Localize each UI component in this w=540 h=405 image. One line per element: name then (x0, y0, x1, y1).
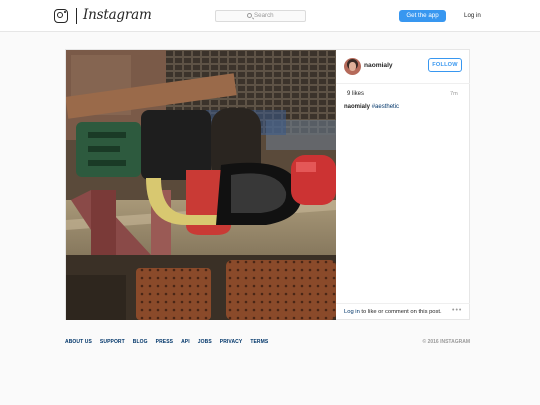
footer-link-jobs[interactable]: JOBS (198, 339, 212, 345)
footer-link-press[interactable]: PRESS (156, 339, 173, 345)
likes-count[interactable]: 9 likes (347, 91, 364, 97)
footer-link-about-us[interactable]: ABOUT US (65, 339, 92, 345)
post-sidebar: naomialy FOLLOW 9 likes 7m naomialy #aes… (336, 50, 470, 320)
footer-link-api[interactable]: API (181, 339, 190, 345)
instagram-wordmark[interactable]: Instagram (83, 7, 152, 23)
top-navigation-bar: Instagram Search Get the app Log in (0, 0, 540, 32)
login-link[interactable]: Log in (464, 12, 481, 19)
follow-button[interactable]: FOLLOW (428, 58, 462, 72)
caption-hashtag[interactable]: #aesthetic (372, 104, 399, 110)
logo-divider (76, 8, 77, 24)
post-username[interactable]: naomialy (364, 62, 393, 69)
post-caption: naomialy #aesthetic (344, 104, 399, 110)
footer-link-blog[interactable]: BLOG (133, 339, 148, 345)
post-card: naomialy FOLLOW 9 likes 7m naomialy #aes… (65, 49, 470, 320)
search-input[interactable]: Search (215, 10, 306, 22)
search-icon (247, 13, 252, 19)
footer-links: ABOUT US SUPPORT BLOG PRESS API JOBS PRI… (65, 339, 268, 345)
copyright: © 2016 INSTAGRAM (422, 339, 471, 345)
caption-username[interactable]: naomialy (344, 104, 370, 110)
comment-prompt-text: to like or comment on this post. (361, 309, 442, 315)
instagram-camera-icon[interactable] (54, 9, 68, 23)
footer-link-privacy[interactable]: PRIVACY (220, 339, 243, 345)
ellipsis-icon[interactable]: ••• (452, 307, 462, 314)
footer-link-support[interactable]: SUPPORT (100, 339, 125, 345)
footer-link-terms[interactable]: TERMS (250, 339, 268, 345)
post-time[interactable]: 7m (450, 91, 458, 97)
search-placeholder: Search (254, 12, 274, 19)
comment-prompt: Log in to like or comment on this post. (344, 309, 442, 315)
comment-bar: Log in to like or comment on this post. … (336, 303, 470, 320)
get-the-app-button[interactable]: Get the app (399, 10, 446, 22)
avatar[interactable] (344, 58, 361, 75)
comment-login-link[interactable]: Log in (344, 309, 360, 315)
post-photo[interactable] (66, 50, 336, 320)
post-header: naomialy FOLLOW (336, 50, 470, 84)
footer: ABOUT US SUPPORT BLOG PRESS API JOBS PRI… (65, 339, 470, 349)
